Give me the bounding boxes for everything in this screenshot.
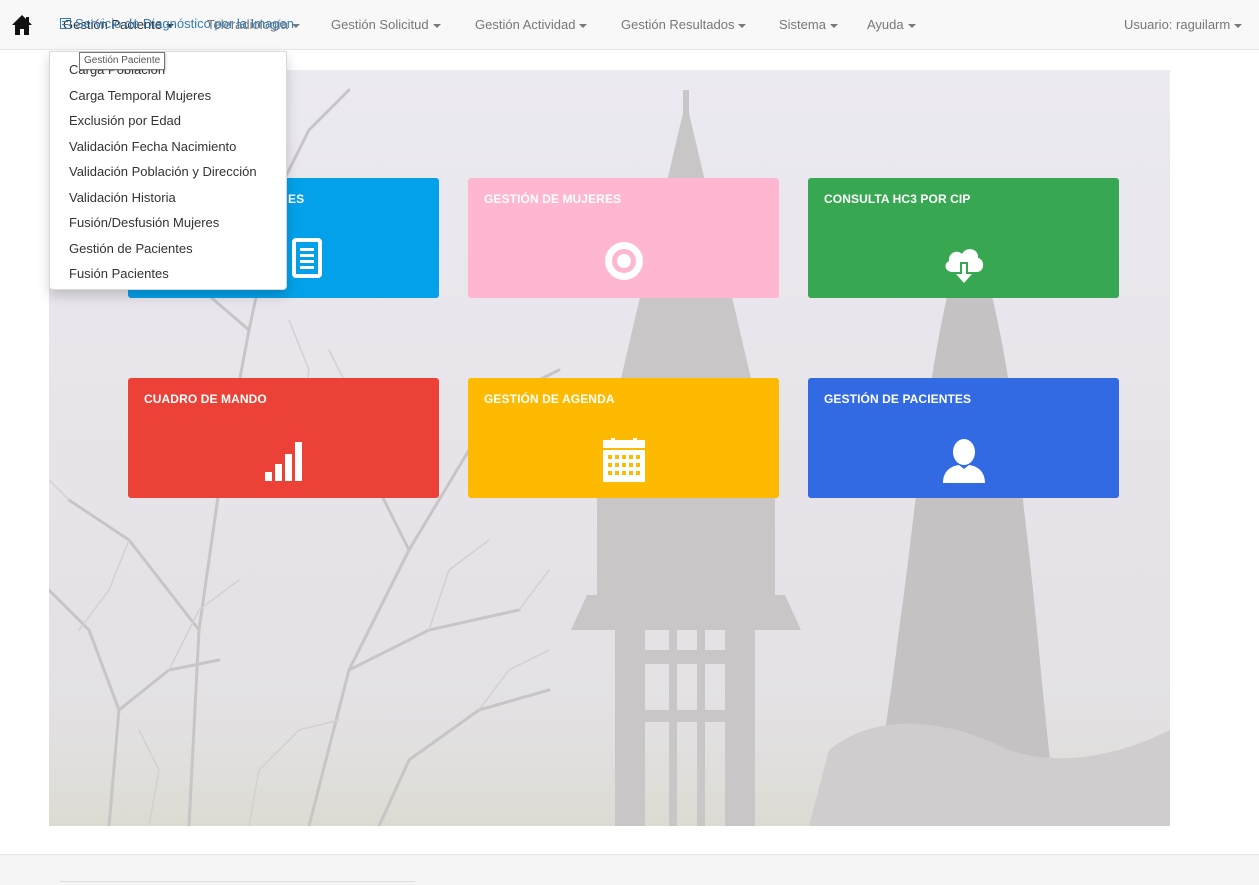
tile-title: GESTIÓN DE AGENDA [484, 392, 615, 406]
nav-user-menu[interactable]: Usuario: raguilarm [1124, 0, 1243, 50]
calendar-icon [602, 438, 645, 482]
caret-down-icon [738, 23, 747, 28]
tooltip: Gestión Paciente [79, 52, 166, 70]
menu-item-exclusion-por-edad[interactable]: Exclusión por Edad [50, 108, 286, 134]
nav-gestion-resultados[interactable]: Gestión Resultados [621, 0, 747, 50]
nav-sistema[interactable]: Sistema [779, 0, 838, 50]
menu-item-validacion-historia[interactable]: Validación Historia [50, 185, 286, 211]
nav-label: Gestión Actividad [475, 17, 576, 32]
nav-label: Sistema [779, 17, 826, 32]
tile-title: CONSULTA HC3 POR CIP [824, 192, 971, 206]
gestion-paciente-dropdown: Carga Población Carga Temporal Mujeres E… [49, 51, 287, 290]
footer-link-label: Servicio de Diagnóstico por la Imagen [75, 16, 294, 31]
caret-down-icon [1234, 23, 1243, 28]
document-icon [292, 238, 322, 278]
menu-item-fusion-pacientes[interactable]: Fusión Pacientes [50, 261, 286, 287]
cloud-download-icon [945, 249, 983, 283]
user-icon [942, 439, 985, 483]
signal-bars-icon [264, 442, 302, 481]
tile-title: GESTIÓN DE PACIENTES [824, 392, 972, 406]
menu-item-carga-temporal-mujeres[interactable]: Carga Temporal Mujeres [50, 83, 286, 109]
tile-title: CUADRO DE MANDO [144, 392, 267, 406]
nav-label: Gestión Solicitud [331, 17, 429, 32]
tile-gestion-de-agenda[interactable]: GESTIÓN DE AGENDA [468, 378, 779, 498]
caret-down-icon [907, 23, 916, 28]
tile-gestion-de-pacientes[interactable]: GESTIÓN DE PACIENTES [808, 378, 1119, 498]
nav-gestion-actividad[interactable]: Gestión Actividad [475, 0, 588, 50]
caret-down-icon [829, 23, 838, 28]
footer-link[interactable]: Servicio de Diagnóstico por la Imagen [60, 16, 294, 31]
list-icon [60, 18, 71, 29]
menu-item-validacion-poblacion-direccion[interactable]: Validación Población y Dirección [50, 159, 286, 185]
caret-down-icon [432, 23, 441, 28]
user-label: Usuario: raguilarm [1124, 17, 1231, 32]
tile-consulta-hc3[interactable]: CONSULTA HC3 POR CIP [808, 178, 1119, 298]
nav-label: Gestión Resultados [621, 17, 735, 32]
tile-title: GESTIÓN DE MUJERES [484, 192, 622, 206]
menu-item-validacion-fecha-nacimiento[interactable]: Validación Fecha Nacimiento [50, 134, 286, 160]
nav-gestion-solicitud[interactable]: Gestión Solicitud [331, 0, 441, 50]
tile-cuadro-de-mando[interactable]: CUADRO DE MANDO [128, 378, 439, 498]
footer-divider [60, 881, 415, 882]
target-icon [604, 242, 643, 280]
tile-title: ES [288, 192, 305, 206]
nav-label: Ayuda [867, 17, 904, 32]
home-icon[interactable] [11, 14, 33, 36]
caret-down-icon [579, 23, 588, 28]
menu-item-gestion-de-pacientes[interactable]: Gestión de Pacientes [50, 236, 286, 262]
nav-ayuda[interactable]: Ayuda [867, 0, 916, 50]
menu-item-fusion-desfusion-mujeres[interactable]: Fusión/Desfusión Mujeres [50, 210, 286, 236]
tile-gestion-de-mujeres[interactable]: GESTIÓN DE MUJERES [468, 178, 779, 298]
